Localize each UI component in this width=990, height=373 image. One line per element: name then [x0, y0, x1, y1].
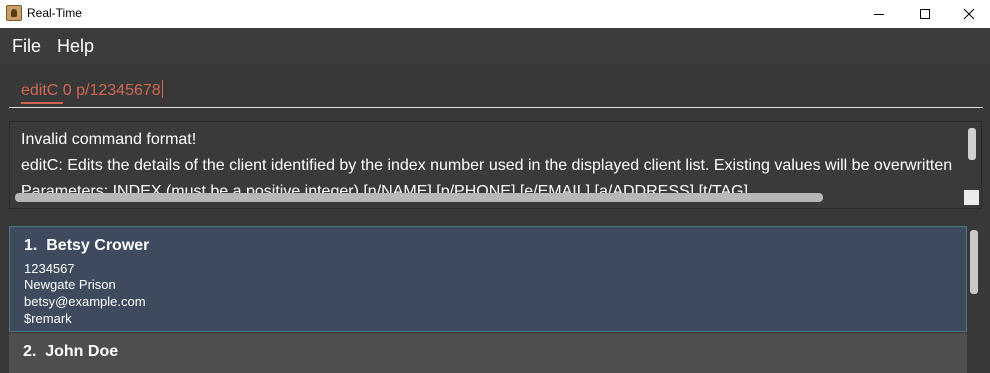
result-display[interactable]: Invalid command format! editC: Edits the…	[9, 121, 982, 209]
client-card[interactable]: 1. Betsy Crower 1234567 Newgate Prison b…	[9, 226, 967, 332]
menu-file[interactable]: File	[12, 36, 41, 57]
result-horizontal-scrollbar[interactable]	[15, 193, 823, 202]
app-icon	[6, 5, 22, 21]
text-caret	[161, 80, 163, 98]
list-vertical-scrollbar[interactable]	[970, 230, 978, 294]
client-phone: 1234567	[24, 261, 75, 276]
result-vertical-scrollbar[interactable]	[968, 128, 976, 160]
close-icon	[963, 8, 975, 20]
command-box: editC 0 p/12345678	[0, 64, 990, 114]
result-line: Invalid command format!	[21, 131, 197, 148]
command-input-text: editC 0 p/12345678	[21, 82, 161, 99]
spellcheck-underline	[21, 102, 63, 104]
client-name: 2. John Doe	[23, 343, 119, 360]
client-remark: $remark	[24, 311, 72, 326]
client-email: betsy@example.com	[24, 294, 146, 309]
client-address: Newgate Prison	[24, 277, 116, 292]
client-list: 1. Betsy Crower 1234567 Newgate Prison b…	[0, 216, 990, 373]
maximize-icon	[920, 9, 930, 19]
window-title: Real-Time	[27, 6, 82, 20]
result-line: editC: Edits the details of the client i…	[21, 157, 953, 174]
command-input[interactable]: editC 0 p/12345678	[21, 80, 163, 100]
menu-bar: File Help	[0, 28, 990, 64]
close-button[interactable]	[946, 0, 990, 28]
client-card[interactable]: 2. John Doe	[9, 333, 967, 373]
title-bar: Real-Time	[0, 0, 990, 28]
menu-help[interactable]: Help	[57, 36, 94, 57]
client-name: 1. Betsy Crower	[24, 237, 150, 254]
minimize-button[interactable]	[856, 0, 902, 28]
minimize-icon	[874, 14, 884, 15]
maximize-button[interactable]	[902, 0, 948, 28]
command-input-underline	[9, 107, 983, 108]
scroll-corner	[964, 190, 979, 205]
